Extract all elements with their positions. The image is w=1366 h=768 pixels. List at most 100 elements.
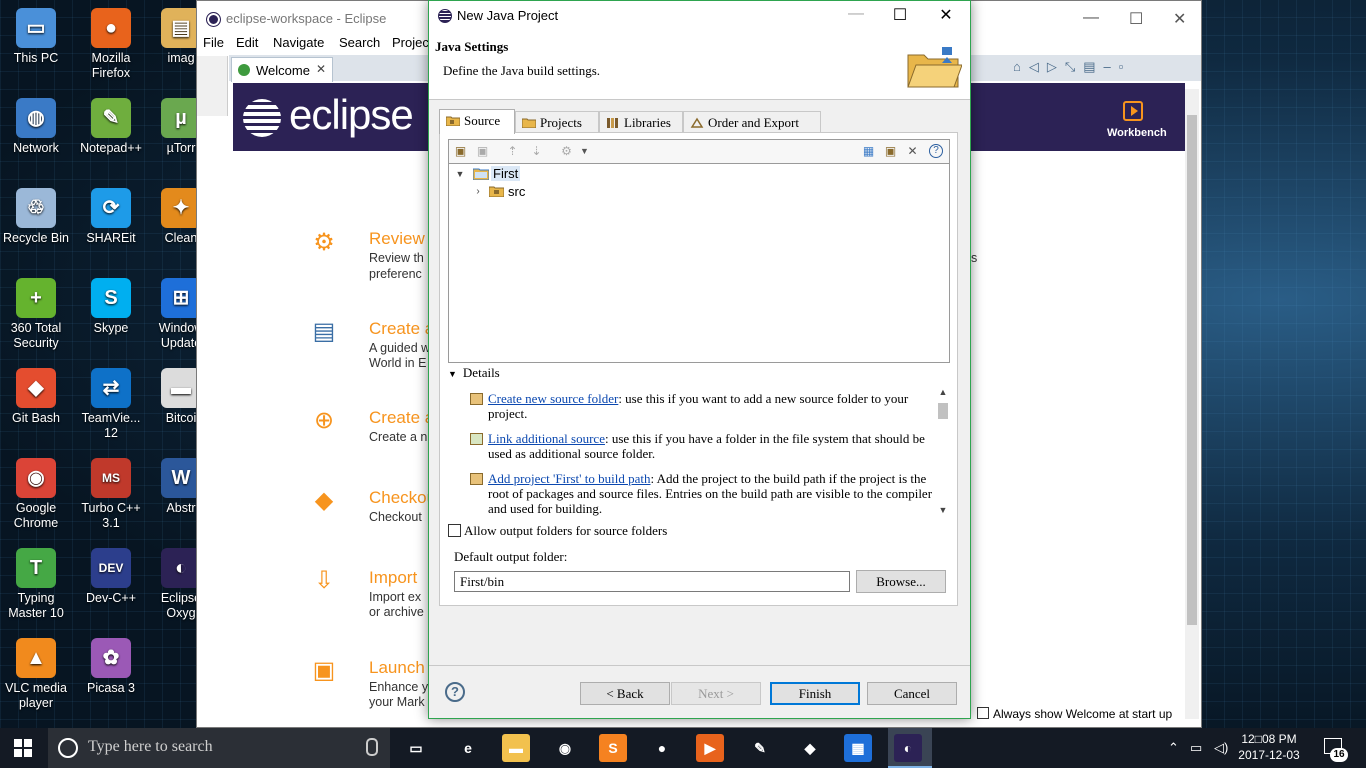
- power-icon[interactable]: ▭: [1190, 740, 1202, 756]
- help-icon[interactable]: ?: [929, 144, 943, 158]
- close-icon[interactable]: ✕: [931, 5, 961, 25]
- desktop-icon[interactable]: ◍ Network: [0, 98, 72, 156]
- allow-output-folders-checkbox[interactable]: [448, 524, 461, 537]
- desktop-icon[interactable]: +360 Total Security: [0, 278, 72, 351]
- firefox-taskbar-icon[interactable]: ●: [648, 734, 676, 762]
- control-panel-taskbar-icon[interactable]: ▦: [844, 734, 872, 762]
- maximize-icon[interactable]: ☐: [1129, 9, 1143, 29]
- microphone-icon[interactable]: [366, 738, 378, 756]
- move-down-icon[interactable]: ⇣: [529, 144, 544, 158]
- desktop-icon[interactable]: DEV Dev-C++: [75, 548, 147, 606]
- tree-item-project[interactable]: ▼ First: [453, 165, 533, 183]
- windows-start-icon[interactable]: [14, 739, 32, 757]
- welcome-toolbar-icons[interactable]: ⌂◁▷⤡▤–▫: [1013, 59, 1131, 75]
- desktop-icon[interactable]: ✎ Notepad++: [75, 98, 147, 156]
- clock-time: 12□08 PM: [1241, 732, 1297, 746]
- chevron-up-icon[interactable]: ⌃: [1168, 740, 1179, 756]
- file-explorer-taskbar-icon[interactable]: ▬: [502, 734, 530, 762]
- back-button[interactable]: < Back: [580, 682, 670, 705]
- desktop-icon[interactable]: ▭ This PC: [0, 8, 72, 66]
- menu-file[interactable]: File: [203, 35, 224, 50]
- minimize-icon[interactable]: —: [1083, 9, 1099, 27]
- eclipse-taskbar-icon[interactable]: ◐: [894, 734, 922, 762]
- browse-button[interactable]: Browse...: [856, 570, 946, 593]
- always-show-welcome[interactable]: Always show Welcome at start up: [977, 707, 1172, 721]
- desktop-icon[interactable]: ◉ Google Chrome: [0, 458, 72, 531]
- scroll-up-icon[interactable]: ▲: [936, 387, 950, 399]
- new-source-folder-icon[interactable]: ▦: [861, 144, 876, 158]
- link-source-icon[interactable]: ▣: [883, 144, 898, 158]
- configure-icon[interactable]: ⚙: [559, 144, 574, 158]
- default-output-field[interactable]: First/bin: [454, 571, 850, 592]
- chevron-down-icon[interactable]: ▼: [448, 369, 457, 379]
- scrollbar-thumb[interactable]: [938, 403, 948, 419]
- allow-output-folders-label: Allow output folders for source folders: [464, 523, 668, 538]
- always-show-welcome-checkbox[interactable]: [977, 707, 989, 719]
- welcome-item-title[interactable]: Launch: [369, 658, 425, 678]
- workbench-icon[interactable]: [1123, 101, 1143, 121]
- media-player-taskbar-icon[interactable]: ▶: [696, 734, 724, 762]
- app-icon: ⇄: [91, 368, 131, 408]
- desktop-icon[interactable]: ⟳ SHAREit: [75, 188, 147, 246]
- scrollbar-thumb[interactable]: [1187, 115, 1197, 625]
- chrome-taskbar-icon[interactable]: ◉: [551, 734, 579, 762]
- volume-icon[interactable]: ◁): [1214, 740, 1228, 756]
- close-tab-icon[interactable]: ✕: [316, 62, 326, 76]
- add-folder-icon[interactable]: ▣: [453, 144, 468, 158]
- minimize-icon[interactable]: —: [841, 5, 871, 23]
- desktop-icon[interactable]: MS Turbo C++ 3.1: [75, 458, 147, 531]
- details-toggle[interactable]: ▼ Details: [448, 365, 500, 381]
- remove-icon[interactable]: ✕: [905, 144, 920, 158]
- move-up-icon[interactable]: ⇡: [505, 144, 520, 158]
- welcome-item-title[interactable]: Import: [369, 568, 417, 588]
- link-folder-icon[interactable]: ▣: [475, 144, 490, 158]
- desktop-icon[interactable]: ⇄ TeamVie... 12: [75, 368, 147, 441]
- desktop-icon[interactable]: ● Mozilla Firefox: [75, 8, 147, 81]
- add-project-build-path-link[interactable]: Add project 'First' to build path: [488, 471, 650, 486]
- welcome-item-title[interactable]: Create a: [369, 319, 434, 339]
- tab-welcome[interactable]: Welcome ✕: [231, 57, 333, 82]
- source-tree[interactable]: ▼ First › src: [448, 163, 950, 363]
- tab-projects[interactable]: Projects: [515, 111, 599, 133]
- desktop-icon[interactable]: ◆ Git Bash: [0, 368, 72, 426]
- desktop-icon-label: Turbo C++ 3.1: [81, 501, 141, 530]
- edge-taskbar-icon[interactable]: e: [454, 734, 482, 762]
- desktop-icon[interactable]: ♲ Recycle Bin: [0, 188, 72, 246]
- desktop-icon[interactable]: ▲ VLC media player: [0, 638, 72, 711]
- finish-button[interactable]: Finish: [770, 682, 860, 705]
- next-button[interactable]: Next >: [671, 682, 761, 705]
- menu-search[interactable]: Search: [339, 35, 380, 50]
- chevron-right-icon[interactable]: ›: [473, 187, 483, 197]
- chevron-down-icon[interactable]: ▼: [455, 169, 465, 179]
- close-icon[interactable]: ✕: [1173, 9, 1186, 29]
- menu-project[interactable]: Projec: [392, 35, 429, 50]
- create-source-folder-link[interactable]: Create new source folder: [488, 391, 618, 406]
- tree-item-src[interactable]: › src: [453, 183, 553, 201]
- welcome-item-title[interactable]: Review: [369, 229, 425, 249]
- tab-order-and-export[interactable]: Order and Export: [683, 111, 821, 133]
- maximize-icon[interactable]: ☐: [885, 5, 915, 25]
- system-clock[interactable]: 12□08 PM 2017-12-03: [1238, 731, 1300, 763]
- link-additional-source-link[interactable]: Link additional source: [488, 431, 605, 446]
- welcome-item-title[interactable]: Checkou: [369, 488, 436, 508]
- taskbar-search[interactable]: Type here to search: [48, 728, 390, 768]
- details-scrollbar[interactable]: ▲ ▼: [936, 385, 950, 519]
- tab-libraries[interactable]: Libraries: [599, 111, 683, 133]
- scroll-down-icon[interactable]: ▼: [936, 505, 950, 517]
- welcome-scrollbar[interactable]: [1185, 89, 1199, 719]
- git-taskbar-icon[interactable]: ◆: [796, 734, 824, 762]
- menu-edit[interactable]: Edit: [236, 35, 258, 50]
- workbench-label[interactable]: Workbench: [1107, 127, 1167, 139]
- notepad-taskbar-icon[interactable]: ✎: [746, 734, 774, 762]
- cancel-button[interactable]: Cancel: [867, 682, 957, 705]
- menu-navigate[interactable]: Navigate: [273, 35, 324, 50]
- tab-source[interactable]: Source: [439, 109, 515, 134]
- task-view-taskbar-icon[interactable]: ▭: [402, 734, 430, 762]
- desktop-icon[interactable]: S Skype: [75, 278, 147, 336]
- chevron-down-icon[interactable]: ▼: [577, 144, 592, 158]
- sublime-taskbar-icon[interactable]: S: [599, 734, 627, 762]
- desktop-icon[interactable]: T Typing Master 10: [0, 548, 72, 621]
- help-icon[interactable]: ?: [445, 682, 465, 702]
- welcome-item-title[interactable]: Create a: [369, 408, 434, 428]
- desktop-icon[interactable]: ✿ Picasa 3: [75, 638, 147, 696]
